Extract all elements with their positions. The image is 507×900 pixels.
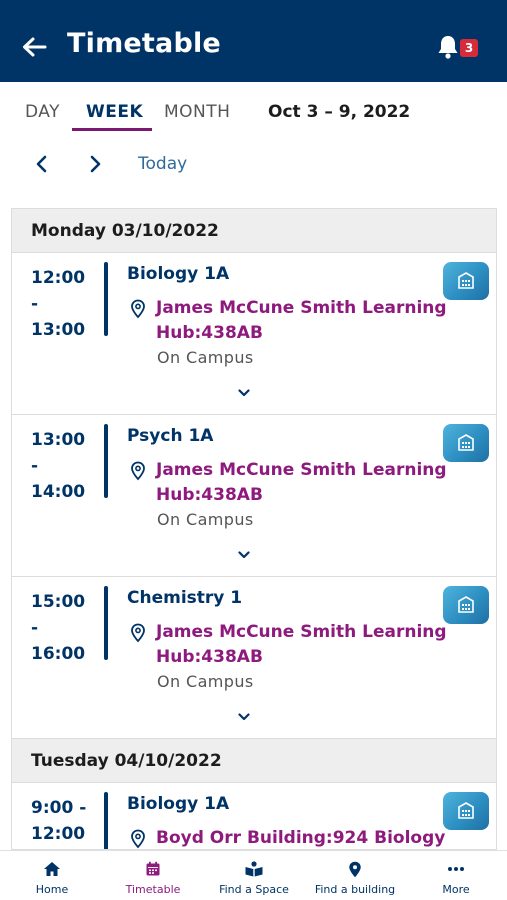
event-end-time: 13:00 — [31, 320, 86, 340]
event-start-time: 12:00 — [31, 268, 86, 288]
event-card[interactable]: 13:00 - 14:00 Psych 1A James McCune Smit… — [12, 415, 496, 577]
nav-more-label: More — [442, 883, 470, 896]
event-end-time: 12:00 — [31, 824, 86, 844]
event-location-line2: Hub:438AB — [156, 323, 263, 343]
nav-more[interactable]: More — [428, 851, 484, 900]
chevron-right-icon — [90, 155, 101, 173]
event-time-separator: - — [31, 456, 39, 476]
nav-home-label: Home — [35, 883, 69, 896]
chevron-down-icon — [238, 389, 250, 397]
bell-icon — [438, 36, 458, 59]
event-divider-bar — [104, 792, 108, 849]
page-title: Timetable — [67, 28, 221, 59]
expand-event-button[interactable] — [236, 711, 252, 723]
event-divider-bar — [104, 424, 108, 498]
nav-find-a-building-label: Find a building — [314, 883, 396, 896]
event-location-line1: Boyd Orr Building:924 Biology 1 — [156, 828, 446, 848]
timetable-list[interactable]: Monday 03/10/2022 12:00 - 13:00 Biology … — [11, 208, 497, 850]
tab-day[interactable]: DAY — [25, 102, 60, 122]
event-mode: On Campus — [157, 672, 254, 691]
bottom-navigation: Home Timetable Find a Space Find a build… — [0, 850, 507, 900]
event-time-separator: - — [31, 294, 39, 314]
event-location[interactable]: James McCune Smith Learning Hub:438AB — [156, 296, 456, 346]
tab-week[interactable]: WEEK — [86, 102, 143, 122]
event-start-time: 9:00 - — [31, 798, 87, 818]
chevron-left-icon — [36, 155, 47, 173]
event-start-time: 13:00 — [31, 430, 86, 450]
event-location[interactable]: James McCune Smith Learning Hub:438AB — [156, 620, 456, 670]
book-icon — [245, 861, 263, 877]
location-pin-icon — [349, 861, 361, 877]
today-button[interactable]: Today — [138, 154, 187, 174]
nav-find-a-building[interactable]: Find a building — [308, 851, 402, 900]
date-range: Oct 3 – 9, 2022 — [268, 102, 411, 122]
event-course: Biology 1A — [127, 794, 230, 814]
day-header: Tuesday 04/10/2022 — [12, 739, 496, 783]
notifications-button[interactable]: 3 — [436, 34, 484, 64]
building-type-icon — [443, 586, 489, 624]
event-time: 15:00 - 16:00 — [31, 589, 93, 667]
nav-timetable-label: Timetable — [125, 883, 181, 896]
building-type-icon — [443, 424, 489, 462]
more-icon — [448, 867, 464, 871]
event-course: Chemistry 1 — [127, 588, 243, 608]
expand-event-button[interactable] — [236, 387, 252, 399]
calendar-icon — [146, 861, 160, 876]
event-time-separator: - — [31, 618, 39, 638]
event-time: 9:00 - 12:00 — [31, 795, 93, 847]
view-tabs: DAY WEEK MONTH Oct 3 – 9, 2022 — [0, 92, 507, 134]
event-location-line1: James McCune Smith Learning — [156, 460, 447, 480]
event-time: 12:00 - 13:00 — [31, 265, 93, 343]
location-pin-icon — [131, 299, 145, 319]
event-start-time: 15:00 — [31, 592, 86, 612]
event-location-line2: Hub:438AB — [156, 485, 263, 505]
event-card[interactable]: 12:00 - 13:00 Biology 1A James McCune Sm… — [12, 253, 496, 415]
app-header: Timetable 3 — [0, 0, 507, 82]
event-card[interactable]: 9:00 - 12:00 Biology 1A Boyd Orr Buildin… — [12, 783, 496, 849]
event-location[interactable]: James McCune Smith Learning Hub:438AB — [156, 458, 456, 508]
back-button[interactable] — [20, 33, 48, 61]
home-icon — [44, 862, 60, 876]
event-end-time: 16:00 — [31, 644, 86, 664]
previous-week-button[interactable] — [30, 152, 52, 176]
date-navigation: Today — [0, 148, 507, 182]
chevron-down-icon — [238, 713, 250, 721]
location-pin-icon — [131, 829, 145, 849]
building-type-icon — [443, 792, 489, 830]
nav-find-a-space-label: Find a Space — [219, 883, 289, 896]
nav-timetable[interactable]: Timetable — [118, 851, 188, 900]
event-mode: On Campus — [157, 510, 254, 529]
nav-find-a-space[interactable]: Find a Space — [214, 851, 294, 900]
event-course: Psych 1A — [127, 426, 214, 446]
event-divider-bar — [104, 262, 108, 336]
event-card[interactable]: 15:00 - 16:00 Chemistry 1 James McCune S… — [12, 577, 496, 739]
event-location-line1: James McCune Smith Learning — [156, 622, 447, 642]
location-pin-icon — [131, 623, 145, 643]
tab-month[interactable]: MONTH — [164, 102, 230, 122]
event-end-time: 14:00 — [31, 482, 86, 502]
location-pin-icon — [131, 461, 145, 481]
event-time: 13:00 - 14:00 — [31, 427, 93, 505]
notification-count-badge: 3 — [460, 39, 478, 57]
chevron-down-icon — [238, 551, 250, 559]
event-location-line1: James McCune Smith Learning — [156, 298, 447, 318]
event-course: Biology 1A — [127, 264, 230, 284]
event-divider-bar — [104, 586, 108, 660]
nav-home[interactable]: Home — [22, 851, 82, 900]
active-tab-indicator — [72, 128, 152, 131]
expand-event-button[interactable] — [236, 549, 252, 561]
event-mode: On Campus — [157, 348, 254, 367]
building-type-icon — [443, 262, 489, 300]
back-arrow-icon — [23, 37, 47, 57]
day-header: Monday 03/10/2022 — [12, 209, 496, 253]
next-week-button[interactable] — [85, 152, 107, 176]
event-location[interactable]: Boyd Orr Building:924 Biology 1 — [156, 826, 456, 849]
event-location-line2: Hub:438AB — [156, 647, 263, 667]
